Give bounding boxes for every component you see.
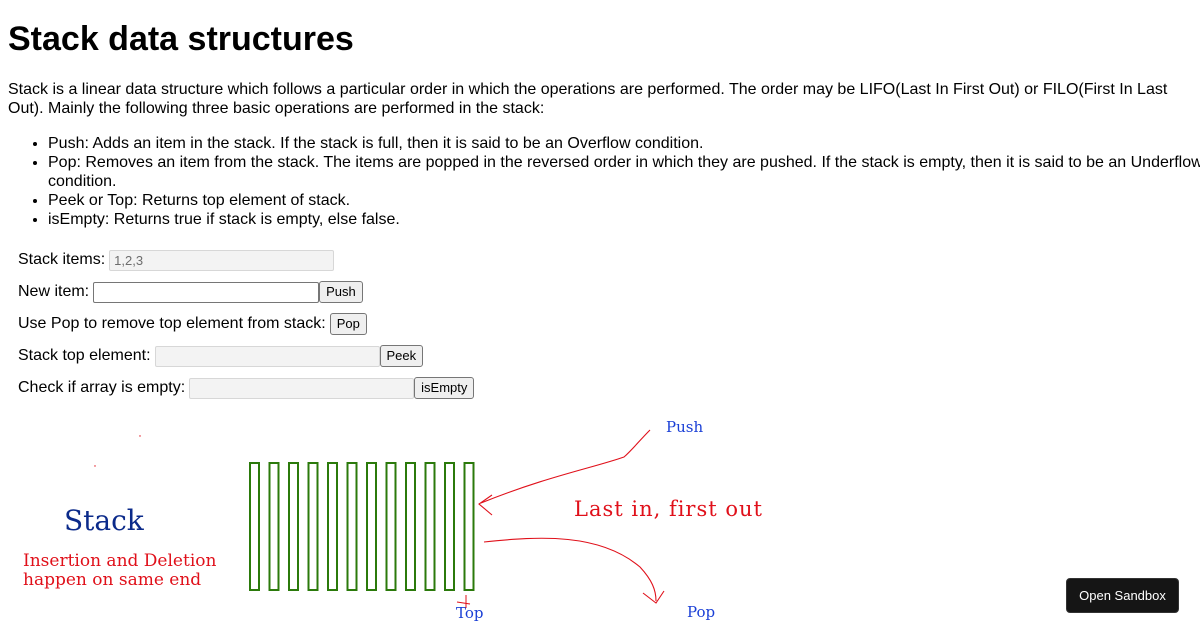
- new-item-row: New item: Push: [18, 276, 474, 308]
- push-arrowhead-icon: [478, 494, 493, 516]
- is-empty-button[interactable]: isEmpty: [414, 377, 475, 399]
- stack-items-row: Stack items:: [18, 244, 474, 276]
- list-item: Push: Adds an item in the stack. If the …: [48, 134, 1200, 153]
- insertion-line2: happen on same end: [23, 570, 201, 590]
- stack-items-field[interactable]: [109, 249, 335, 271]
- lifo-label: Last in, first out: [574, 497, 763, 521]
- list-item: Peek or Top: Returns top element of stac…: [48, 191, 1200, 210]
- intro-paragraph: Stack is a linear data structure which f…: [8, 81, 1168, 117]
- stack-slot: [249, 462, 260, 591]
- stack-slot: [327, 462, 338, 591]
- stack-top-field[interactable]: [154, 345, 380, 367]
- is-empty-field[interactable]: [189, 377, 415, 399]
- is-empty-row: Check if array is empty: isEmpty: [18, 372, 475, 404]
- pop-arrow-icon: [483, 537, 657, 602]
- push-arrow-icon: [480, 429, 651, 504]
- new-item-label: New item:: [18, 283, 90, 300]
- page-title: Stack data structures: [8, 20, 354, 58]
- stack-label: Stack: [64, 504, 145, 537]
- pop-text: Use Pop to remove top element from stack…: [18, 315, 326, 332]
- stack-slot: [463, 462, 475, 591]
- is-empty-label: Check if array is empty:: [18, 379, 186, 396]
- new-item-input[interactable]: [93, 281, 320, 303]
- stack-slot: [444, 462, 455, 591]
- operations-list: Push: Adds an item in the stack. If the …: [8, 134, 1200, 229]
- stack-slot: [366, 462, 377, 591]
- stack-slot: [405, 462, 416, 591]
- pop-row: Use Pop to remove top element from stack…: [18, 308, 474, 340]
- pop-button[interactable]: Pop: [329, 313, 367, 335]
- pop-arrowhead-icon: [642, 590, 665, 604]
- open-sandbox-button[interactable]: Open Sandbox: [1066, 578, 1179, 613]
- stack-slot: [385, 462, 397, 591]
- stack-diagram-svg: Stack Insertion and Deletion happen on s…: [23, 418, 763, 622]
- stack-slot: [288, 462, 299, 591]
- stack-slot: [307, 462, 319, 591]
- list-item: Pop: Removes an item from the stack. The…: [48, 153, 1200, 191]
- stack-items-label: Stack items:: [18, 251, 106, 268]
- stray-dot: [139, 435, 141, 437]
- stack-slot: [268, 462, 280, 591]
- push-button[interactable]: Push: [319, 281, 363, 303]
- stack-slot: [346, 462, 358, 591]
- stack-slots: [249, 462, 475, 591]
- list-item: isEmpty: Returns true if stack is empty,…: [48, 210, 1200, 229]
- pop-label: Pop: [687, 603, 715, 621]
- push-label: Push: [666, 418, 703, 436]
- stack-top-label: Stack top element:: [18, 347, 151, 364]
- stack-diagram: Stack Insertion and Deletion happen on s…: [0, 405, 800, 635]
- top-label: Top: [456, 604, 483, 622]
- stray-dot: [94, 465, 96, 467]
- stack-form: Stack items: New item: Push Use Pop to r…: [18, 244, 475, 404]
- peek-button[interactable]: Peek: [379, 345, 424, 367]
- stack-top-row: Stack top element: Peek: [18, 340, 474, 372]
- insertion-line1: Insertion and Deletion: [23, 551, 216, 571]
- stack-slot: [424, 462, 436, 591]
